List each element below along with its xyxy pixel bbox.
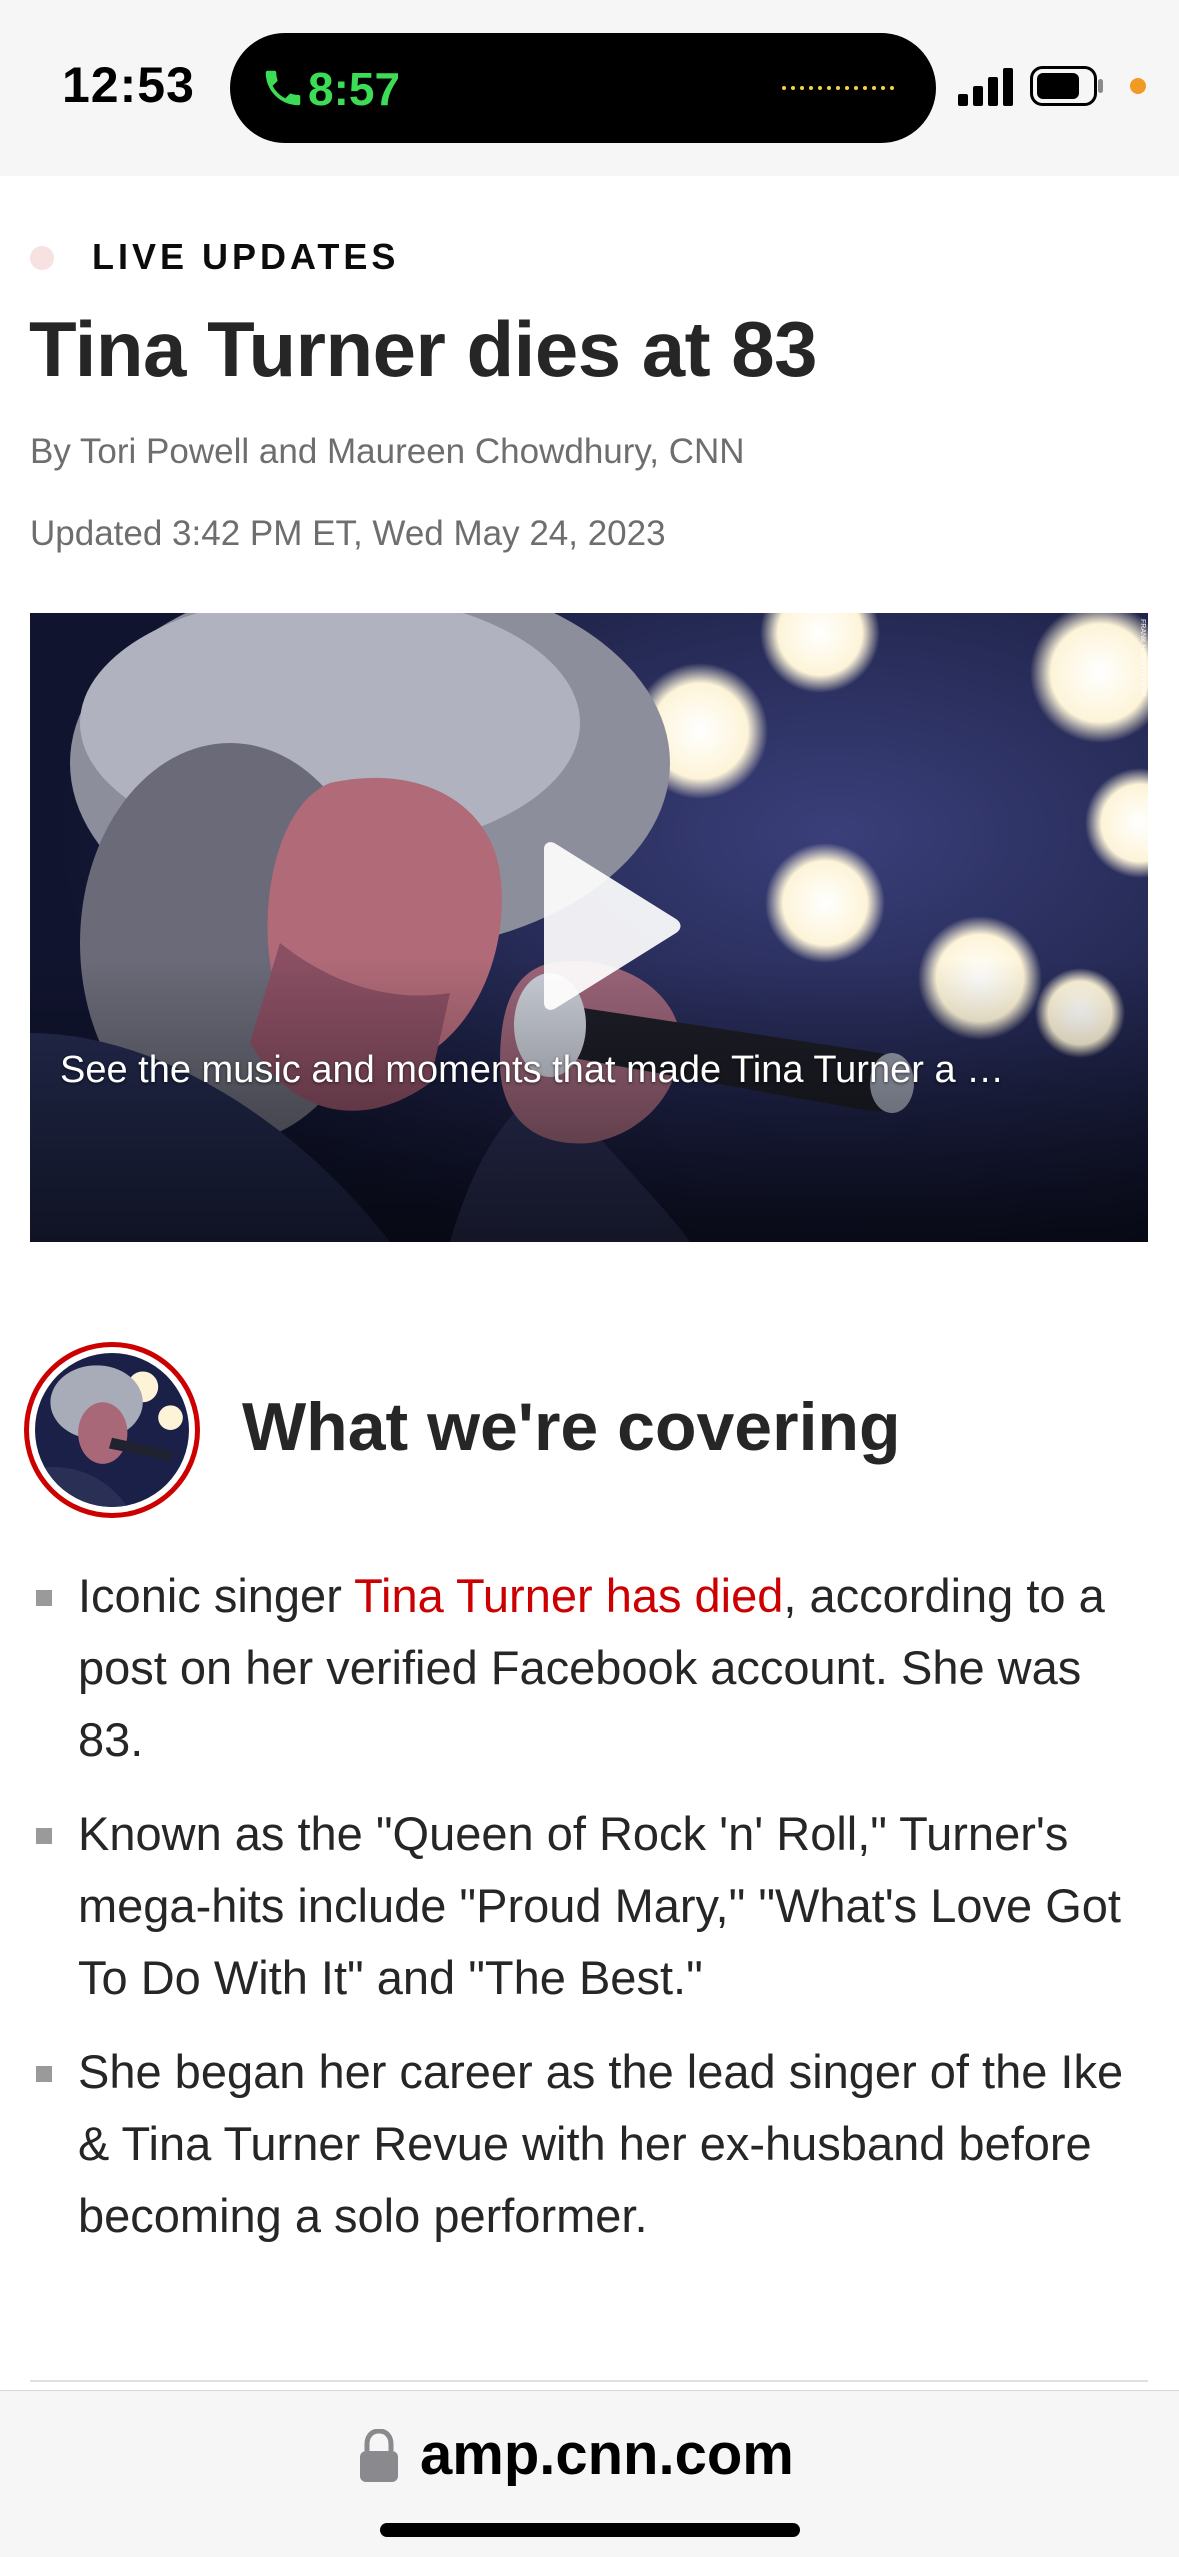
article-byline: By Tori Powell and Maureen Chowdhury, CN… bbox=[30, 432, 745, 471]
bullet-square-icon bbox=[36, 2066, 52, 2082]
covering-bullet-list: Iconic singer Tina Turner has died, acco… bbox=[30, 1560, 1150, 2274]
article-headline: Tina Turner dies at 83 bbox=[29, 305, 818, 393]
video-player[interactable]: See the music and moments that made Tina… bbox=[30, 613, 1148, 1242]
covering-section-title: What we're covering bbox=[242, 1389, 901, 1465]
tina-turner-died-link[interactable]: Tina Turner has died bbox=[354, 1569, 783, 1622]
bullet-text: She began her career as the lead singer … bbox=[78, 2045, 1124, 2242]
list-item: She began her career as the lead singer … bbox=[30, 2036, 1150, 2252]
active-call-pill[interactable]: 8:57 bbox=[230, 33, 936, 143]
audio-wave-icon bbox=[782, 86, 894, 90]
article-updated-timestamp: Updated 3:42 PM ET, Wed May 24, 2023 bbox=[30, 514, 666, 553]
photo-credit-text: FRANK HOENSTEIN/AP bbox=[1139, 619, 1146, 697]
live-updates-label: LIVE UPDATES bbox=[92, 236, 400, 277]
bullet-text: Known as the "Queen of Rock 'n' Roll," T… bbox=[78, 1807, 1121, 2004]
privacy-indicator-dot bbox=[1130, 78, 1146, 94]
section-divider bbox=[30, 2380, 1148, 2382]
bullet-square-icon bbox=[36, 1590, 52, 1606]
status-bar: 12:53 8:57 bbox=[0, 0, 1179, 176]
bullet-text-before: Iconic singer bbox=[78, 1569, 355, 1622]
call-timer: 8:57 bbox=[308, 63, 401, 115]
lock-icon bbox=[360, 2429, 398, 2482]
play-icon[interactable] bbox=[526, 841, 686, 1011]
status-time: 12:53 bbox=[62, 57, 195, 113]
signal-icon bbox=[958, 68, 1013, 106]
list-item: Known as the "Queen of Rock 'n' Roll," T… bbox=[30, 1798, 1150, 2014]
url-text[interactable]: amp.cnn.com bbox=[420, 2421, 794, 2488]
bullet-square-icon bbox=[36, 1828, 52, 1844]
list-item: Iconic singer Tina Turner has died, acco… bbox=[30, 1560, 1150, 1776]
covering-avatar-image bbox=[24, 1342, 200, 1518]
live-indicator-dot bbox=[30, 246, 54, 270]
battery-icon bbox=[1030, 66, 1103, 106]
home-indicator[interactable] bbox=[380, 2523, 800, 2537]
browser-url-bar[interactable]: amp.cnn.com bbox=[0, 2390, 1179, 2557]
video-caption[interactable]: See the music and moments that made Tina… bbox=[60, 1049, 1130, 1092]
phone-icon bbox=[265, 70, 301, 106]
